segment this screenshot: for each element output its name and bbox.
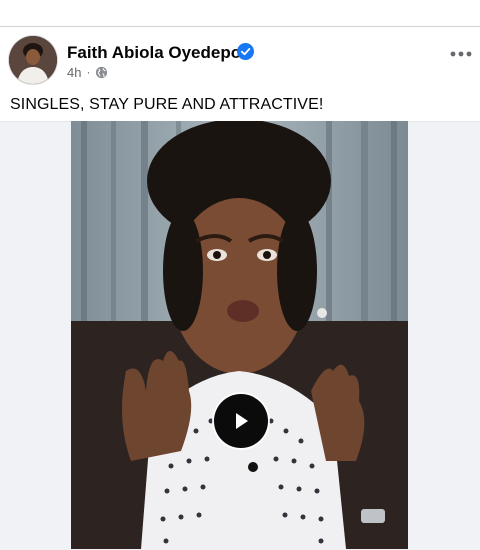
post-meta: 4h · bbox=[67, 64, 108, 80]
post-caption: SINGLES, STAY PURE AND ATTRACTIVE! bbox=[10, 96, 324, 113]
more-options-icon bbox=[450, 51, 472, 57]
more-options-button[interactable] bbox=[448, 41, 474, 67]
post-header: Faith Abiola Oyedepo 4h · bbox=[0, 28, 480, 90]
top-spacer bbox=[0, 0, 480, 26]
post-timestamp[interactable]: 4h bbox=[67, 65, 81, 80]
author-name[interactable]: Faith Abiola Oyedepo bbox=[67, 43, 241, 63]
author-avatar[interactable] bbox=[9, 36, 57, 84]
verified-badge-icon bbox=[237, 43, 254, 60]
meta-separator: · bbox=[86, 65, 91, 79]
globe-icon[interactable] bbox=[95, 66, 108, 79]
video-thumbnail[interactable] bbox=[71, 121, 408, 549]
feed-divider bbox=[0, 26, 480, 27]
play-button[interactable] bbox=[214, 394, 268, 448]
play-icon bbox=[236, 413, 248, 429]
